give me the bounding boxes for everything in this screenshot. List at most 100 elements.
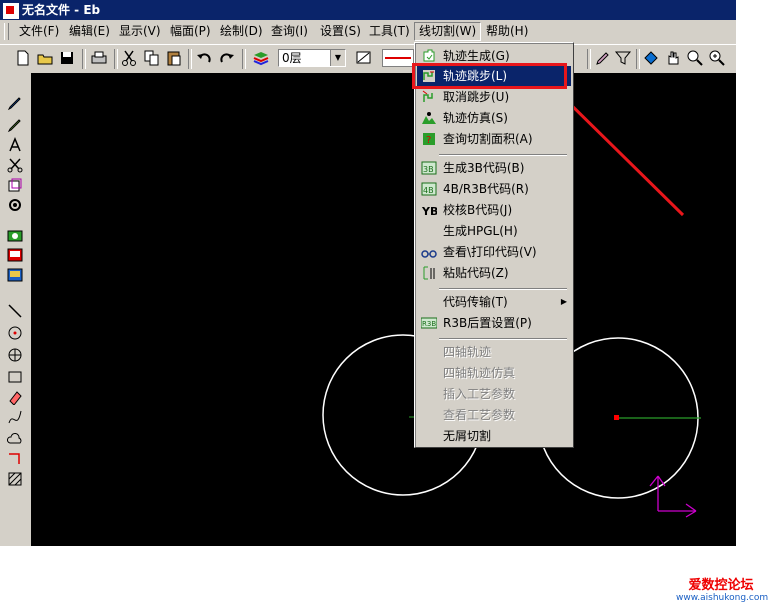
menu-item-label: 插入工艺参数 <box>443 387 516 401</box>
submenu-arrow-icon: ▶ <box>560 297 567 306</box>
menu-item-label: 无屑切割 <box>443 429 492 443</box>
r3b-settings-icon: R3B <box>421 315 437 331</box>
paste-code-icon <box>421 265 437 281</box>
print-icon[interactable] <box>90 49 108 67</box>
menubar-grip <box>4 23 9 40</box>
window-title: 无名文件 - Eb <box>22 3 101 17</box>
hatch-tool-icon[interactable] <box>7 471 23 487</box>
toolbar-separator <box>114 49 118 69</box>
menu-item-r3b-settings[interactable]: R3B R3B后置设置(P) <box>417 313 571 333</box>
box-tool-icon[interactable] <box>7 177 23 193</box>
menu-item-label: 生成3B代码(B) <box>443 161 525 175</box>
zoom-in-icon[interactable] <box>708 49 726 67</box>
zoom-dynamic-icon[interactable] <box>686 49 704 67</box>
camera-tool-icon[interactable] <box>7 227 23 243</box>
drawing-canvas[interactable] <box>31 73 736 546</box>
polyline-tool-icon[interactable] <box>7 451 23 467</box>
toolbar-separator <box>587 49 591 69</box>
menu-item-chipless-cut[interactable]: 无屑切割 <box>417 426 571 446</box>
menu-item-generate-3b[interactable]: 3B 生成3B代码(B) <box>417 158 571 178</box>
cut-icon[interactable] <box>120 49 138 67</box>
app-icon <box>3 3 19 19</box>
menu-item-paste-code[interactable]: 粘贴代码(Z) <box>417 263 571 283</box>
track-simulate-icon <box>421 110 437 126</box>
menu-item-label: 校核B代码(J) <box>443 203 513 217</box>
redo-icon[interactable] <box>218 49 236 67</box>
menu-item-code-transfer[interactable]: 代码传输(T) ▶ <box>417 292 571 312</box>
paste-icon[interactable] <box>165 49 183 67</box>
menu-item-view-print-code[interactable]: 查看\打印代码(V) <box>417 242 571 262</box>
menu-query[interactable]: 查询(I) <box>267 23 312 40</box>
menu-item-four-axis-simulate: 四轴轨迹仿真 <box>417 363 571 383</box>
toolbar-separator <box>242 49 246 69</box>
menu-item-cancel-jump[interactable]: 取消跳步(U) <box>417 87 571 107</box>
annotation-arrow-line <box>559 93 685 217</box>
watermark: 爱数控论坛 www.aishukong.com <box>676 574 768 603</box>
menu-item-label: 4B/R3B代码(R) <box>443 182 529 196</box>
line-color-box[interactable] <box>382 49 414 67</box>
chevron-down-icon[interactable]: ▼ <box>330 50 345 66</box>
pan-hand-icon[interactable] <box>664 49 682 67</box>
spline-tool-icon[interactable] <box>7 409 23 425</box>
line-style-icon[interactable] <box>355 49 373 67</box>
menu-separator <box>439 288 567 290</box>
watermark-url: www.aishukong.com <box>676 593 768 603</box>
menu-item-4b-r3b[interactable]: 4B 4B/R3B代码(R) <box>417 179 571 199</box>
menu-item-track-simulate[interactable]: 轨迹仿真(S) <box>417 108 571 128</box>
menu-sheet[interactable]: 幅面(P) <box>166 23 215 40</box>
code-4b-icon: 4B <box>421 181 437 197</box>
menu-edit[interactable]: 编辑(E) <box>65 23 114 40</box>
import-tool-icon[interactable] <box>7 267 23 283</box>
scissors-icon[interactable] <box>7 157 23 173</box>
line-tool-icon[interactable] <box>7 303 23 319</box>
circle-center-icon[interactable] <box>7 325 23 341</box>
menu-item-label: 粘贴代码(Z) <box>443 266 509 280</box>
layer-select-value: 0层 <box>282 51 302 65</box>
menu-item-label: 四轴轨迹仿真 <box>443 366 516 380</box>
new-file-icon[interactable] <box>14 49 32 67</box>
menu-file[interactable]: 文件(F) <box>15 23 63 40</box>
rectangle-tool-icon[interactable] <box>7 369 23 385</box>
undo-icon[interactable] <box>195 49 213 67</box>
layers-icon[interactable] <box>252 49 270 67</box>
menu-wire-cut[interactable]: 线切割(W) <box>414 22 482 41</box>
toolbar-separator <box>188 49 192 69</box>
menu-item-label: 生成HPGL(H) <box>443 224 518 238</box>
menu-item-label: 轨迹仿真(S) <box>443 111 508 125</box>
gear-tool-icon[interactable] <box>7 197 23 213</box>
svg-text:4B: 4B <box>423 186 434 195</box>
toolbar-separator <box>82 49 86 69</box>
select-pen-icon[interactable] <box>7 95 23 111</box>
save-icon[interactable] <box>58 49 76 67</box>
menu-help[interactable]: 帮助(H) <box>482 23 532 40</box>
filter-icon[interactable] <box>614 49 632 67</box>
svg-text:YB: YB <box>421 205 437 218</box>
toolbar-separator <box>636 49 640 69</box>
query-area-icon: ? <box>421 131 437 147</box>
image-tool-icon[interactable] <box>7 247 23 263</box>
menu-draw[interactable]: 绘制(D) <box>216 23 267 40</box>
refresh-icon[interactable] <box>642 49 660 67</box>
coordinate-axis-icon <box>649 475 697 518</box>
text-tool-icon[interactable] <box>7 137 23 153</box>
menu-separator <box>439 154 567 156</box>
svg-text:R3B: R3B <box>422 320 436 328</box>
layer-select[interactable]: 0层 ▼ <box>278 49 346 67</box>
menu-item-query-area[interactable]: ? 查询切割面积(A) <box>417 129 571 149</box>
menu-settings[interactable]: 设置(S) <box>316 23 365 40</box>
menu-item-label: 查看工艺参数 <box>443 408 516 422</box>
menu-tools[interactable]: 工具(T) <box>365 23 414 40</box>
cloud-tool-icon[interactable] <box>7 431 23 447</box>
pen-icon[interactable] <box>594 49 612 67</box>
copy-icon[interactable] <box>143 49 161 67</box>
edit-pen-icon[interactable] <box>7 117 23 133</box>
code-3b-icon: 3B <box>421 160 437 176</box>
menu-item-verify-b[interactable]: YB 校核B代码(J) <box>417 200 571 220</box>
open-folder-icon[interactable] <box>36 49 54 67</box>
watermark-title: 爱数控论坛 <box>688 578 754 593</box>
menu-item-generate-hpgl[interactable]: 生成HPGL(H) <box>417 221 571 241</box>
menu-view[interactable]: 显示(V) <box>115 23 165 40</box>
menu-item-label: 查询切割面积(A) <box>443 132 533 146</box>
eraser-tool-icon[interactable] <box>7 389 23 405</box>
circle-tool-icon[interactable] <box>7 347 23 363</box>
